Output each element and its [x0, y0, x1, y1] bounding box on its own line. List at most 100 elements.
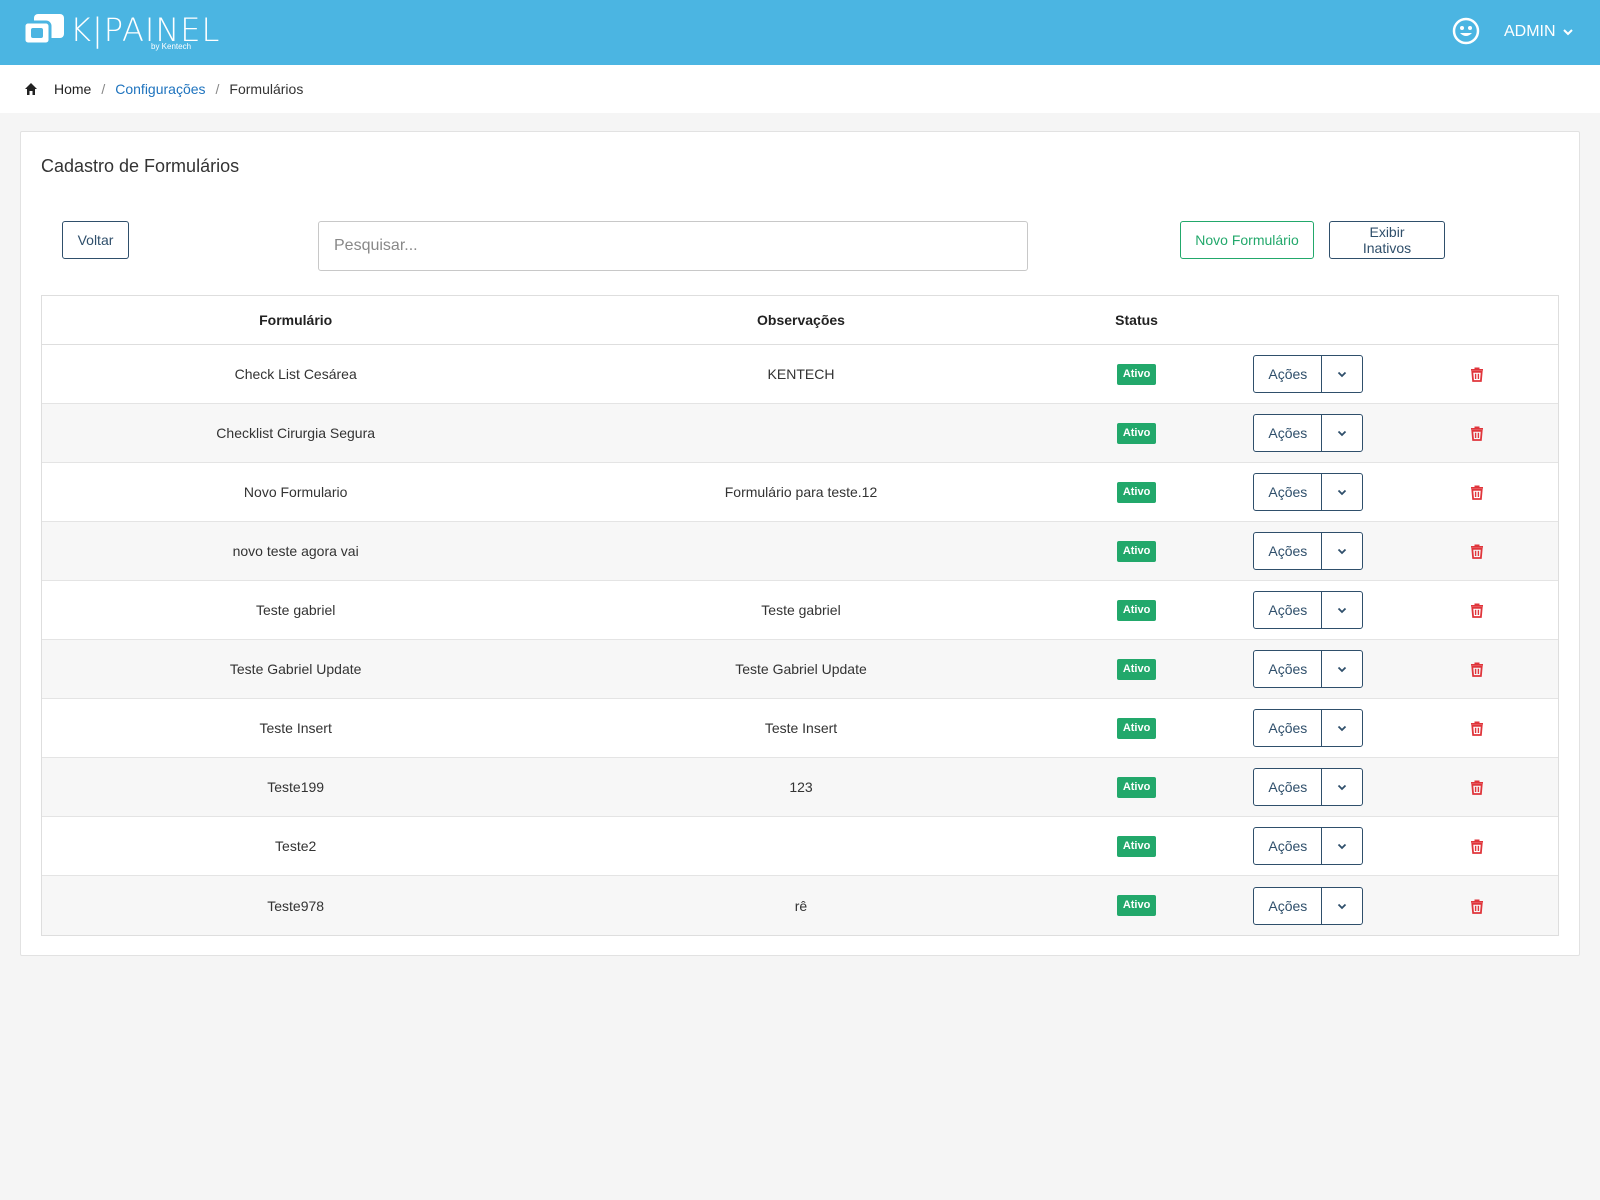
chevron-down-icon [1338, 607, 1347, 614]
actions-cell: Ações [1220, 414, 1396, 452]
actions-button[interactable]: Ações [1254, 592, 1323, 628]
form-name-cell: Teste2 [275, 838, 317, 854]
forms-table: Formulário Observações Status Check List… [41, 295, 1559, 936]
status-cell: Ativo [1053, 895, 1221, 916]
new-form-button[interactable]: Novo Formulário [1180, 221, 1314, 259]
actions-button[interactable]: Ações [1254, 828, 1323, 864]
back-button[interactable]: Voltar [62, 221, 129, 259]
smiley-icon[interactable] [1452, 17, 1480, 45]
actions-button[interactable]: Ações [1254, 710, 1323, 746]
status-badge: Ativo [1116, 895, 1157, 916]
observations-cell: rê [794, 897, 808, 914]
actions-dropdown-toggle[interactable] [1322, 769, 1362, 805]
actions-cell: Ações [1220, 768, 1396, 806]
actions-dropdown-toggle[interactable] [1322, 888, 1362, 924]
actions-split-button: Ações [1253, 768, 1364, 806]
actions-button[interactable]: Ações [1254, 651, 1323, 687]
actions-dropdown-toggle[interactable] [1322, 356, 1362, 392]
status-badge: Ativo [1116, 717, 1157, 739]
actions-cell: Ações [1220, 827, 1396, 865]
chevron-down-icon [1338, 903, 1347, 909]
page-title: Cadastro de Formulários [41, 156, 240, 176]
chevron-down-icon [1338, 371, 1347, 378]
trash-icon[interactable] [1468, 897, 1486, 915]
breadcrumb: Home / Configurações / Formulários [24, 79, 303, 99]
status-badge: Ativo [1116, 422, 1157, 444]
app-logo[interactable]: K|PAINEL by Kentech [22, 12, 219, 52]
trash-icon[interactable] [1468, 778, 1486, 796]
form-name-cell: Teste Insert [259, 720, 332, 736]
actions-dropdown-toggle[interactable] [1322, 828, 1362, 864]
trash-icon[interactable] [1468, 719, 1486, 737]
actions-dropdown-toggle[interactable] [1322, 415, 1362, 451]
table-row[interactable]: Teste Gabriel Update Teste Gabriel Updat… [42, 640, 1558, 699]
trash-icon[interactable] [1468, 837, 1486, 855]
actions-cell: Ações [1220, 650, 1396, 688]
actions-split-button: Ações [1253, 355, 1364, 393]
chevron-down-icon [1338, 843, 1347, 850]
actions-dropdown-toggle[interactable] [1322, 710, 1362, 746]
top-navbar: K|PAINEL by Kentech ADMIN [0, 0, 1600, 65]
actions-split-button: Ações [1253, 709, 1364, 747]
actions-button[interactable]: Ações [1254, 415, 1323, 451]
actions-split-button: Ações [1253, 473, 1364, 511]
form-name-cell: Teste Gabriel Update [229, 661, 362, 677]
actions-dropdown-toggle[interactable] [1322, 651, 1362, 687]
status-cell: Ativo [1053, 776, 1221, 798]
actions-dropdown-toggle[interactable] [1322, 474, 1362, 510]
trash-icon[interactable] [1468, 424, 1486, 442]
trash-icon[interactable] [1468, 542, 1486, 560]
home-icon[interactable] [24, 82, 38, 96]
table-row[interactable]: Teste978 rê Ativo Ações [42, 876, 1558, 935]
status-cell: Ativo [1053, 540, 1221, 562]
table-row[interactable]: Teste gabriel Teste gabriel Ativo Ações [42, 581, 1558, 640]
actions-split-button: Ações [1253, 650, 1364, 688]
trash-icon[interactable] [1468, 601, 1486, 619]
column-header-observations[interactable]: Observações [549, 312, 1052, 328]
breadcrumb-configuracoes[interactable]: Configurações [115, 81, 205, 97]
status-cell: Ativo [1053, 599, 1221, 621]
observations-cell: Teste Gabriel Update [735, 661, 867, 677]
actions-button[interactable]: Ações [1254, 533, 1323, 569]
breadcrumb-home[interactable]: Home [54, 81, 91, 97]
table-row[interactable]: Check List Cesárea KENTECH Ativo Ações [42, 345, 1558, 404]
user-menu[interactable]: ADMIN [1504, 22, 1574, 42]
actions-button[interactable]: Ações [1254, 356, 1323, 392]
search-input[interactable] [318, 221, 1028, 271]
table-row[interactable]: Novo Formulario Formulário para teste.12… [42, 463, 1558, 522]
status-badge: Ativo [1116, 363, 1157, 385]
breadcrumb-current: Formulários [229, 81, 304, 97]
actions-button[interactable]: Ações [1254, 887, 1323, 924]
table-row[interactable]: Checklist Cirurgia Segura Ativo Ações [42, 404, 1558, 463]
form-name-cell: Teste978 [267, 897, 325, 914]
table-row[interactable]: Teste2 Ativo Ações [42, 817, 1558, 876]
column-header-status[interactable]: Status [1053, 312, 1221, 328]
status-cell: Ativo [1053, 717, 1221, 739]
table-header: Formulário Observações Status [42, 296, 1558, 345]
actions-cell: Ações [1220, 709, 1396, 747]
column-header-form[interactable]: Formulário [42, 312, 549, 328]
actions-dropdown-toggle[interactable] [1322, 533, 1362, 569]
table-row[interactable]: Teste199 123 Ativo Ações [42, 758, 1558, 817]
actions-cell: Ações [1220, 355, 1396, 393]
status-cell: Ativo [1053, 422, 1221, 444]
actions-cell: Ações [1220, 532, 1396, 570]
chevron-down-icon [1562, 29, 1573, 36]
breadcrumb-separator: / [101, 81, 106, 97]
actions-split-button: Ações [1253, 827, 1364, 865]
delete-cell [1396, 542, 1558, 560]
table-row[interactable]: Teste Insert Teste Insert Ativo Ações [42, 699, 1558, 758]
actions-dropdown-toggle[interactable] [1322, 592, 1362, 628]
breadcrumb-separator: / [215, 81, 220, 97]
form-name-cell: Novo Formulario [243, 484, 348, 500]
delete-cell [1396, 837, 1558, 855]
actions-button[interactable]: Ações [1254, 474, 1323, 510]
trash-icon[interactable] [1468, 483, 1486, 501]
delete-cell [1396, 778, 1558, 796]
table-row[interactable]: novo teste agora vai Ativo Ações [42, 522, 1558, 581]
trash-icon[interactable] [1468, 660, 1486, 678]
show-inactive-button[interactable]: Exibir Inativos [1329, 221, 1445, 259]
actions-button[interactable]: Ações [1254, 769, 1323, 805]
trash-icon[interactable] [1468, 365, 1486, 383]
chevron-down-icon [1338, 784, 1347, 791]
